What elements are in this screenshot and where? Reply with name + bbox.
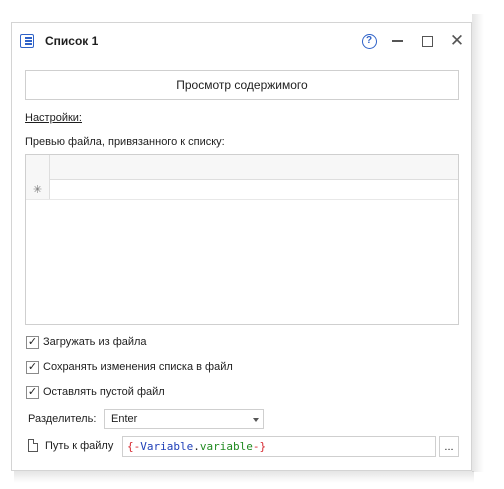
variable-field-token: variable [199,440,253,453]
file-path-label: Путь к файлу [45,440,114,452]
list-icon [20,34,34,48]
checkmark-icon: ✓ [27,385,38,398]
maximize-icon [421,35,433,47]
close-icon: ✕ [449,31,465,50]
minimize-icon [391,40,403,42]
keep-empty-file-label: Оставлять пустой файл [43,386,165,398]
preview-label: Превью файла, привязанного к списку: [25,136,225,148]
list-settings-window: Список 1 ? ✕ Просмотр содержимого Настро… [11,22,472,471]
keep-empty-file-checkbox[interactable]: ✓ [26,385,39,399]
variable-close-token: -} [252,440,267,453]
variable-dot-token: . [193,440,200,453]
file-path-input[interactable]: {- Variable. variable -} [122,436,436,457]
help-button[interactable]: ? [358,30,380,52]
separator-select[interactable]: Enter [104,409,264,429]
load-from-file-label: Загружать из файла [43,336,147,348]
chevron-down-icon [253,418,259,422]
maximize-button[interactable] [416,30,438,52]
window-title: Список 1 [45,34,99,48]
load-from-file-option[interactable]: ✓ Загружать из файла [26,334,147,350]
file-preview-grid[interactable]: ✳ [25,154,459,325]
title-bar[interactable]: Список 1 ? ✕ [12,23,471,59]
file-icon [28,439,38,452]
separator-value: Enter [111,413,138,425]
grid-new-row[interactable]: ✳ [26,179,458,200]
grid-header [26,155,458,180]
settings-link[interactable]: Настройки: [25,112,82,124]
load-from-file-checkbox[interactable]: ✓ [26,335,39,349]
minimize-button[interactable] [386,30,408,52]
checkmark-icon: ✓ [27,335,38,348]
variable-open-token: {- [127,440,141,453]
close-button[interactable]: ✕ [446,30,468,52]
separator-label: Разделитель: [28,413,97,425]
save-changes-label: Сохранять изменения списка в файл [43,361,233,373]
browse-button[interactable]: ... [439,436,459,457]
grid-corner[interactable] [26,155,50,179]
variable-object-token: Variable [140,440,194,453]
view-contents-button[interactable]: Просмотр содержимого [25,70,459,100]
checkmark-icon: ✓ [27,360,38,373]
save-changes-option[interactable]: ✓ Сохранять изменения списка в файл [26,359,233,375]
help-icon: ? [361,33,377,49]
new-row-icon: ✳ [26,179,50,199]
keep-empty-file-option[interactable]: ✓ Оставлять пустой файл [26,384,165,400]
save-changes-checkbox[interactable]: ✓ [26,360,39,374]
